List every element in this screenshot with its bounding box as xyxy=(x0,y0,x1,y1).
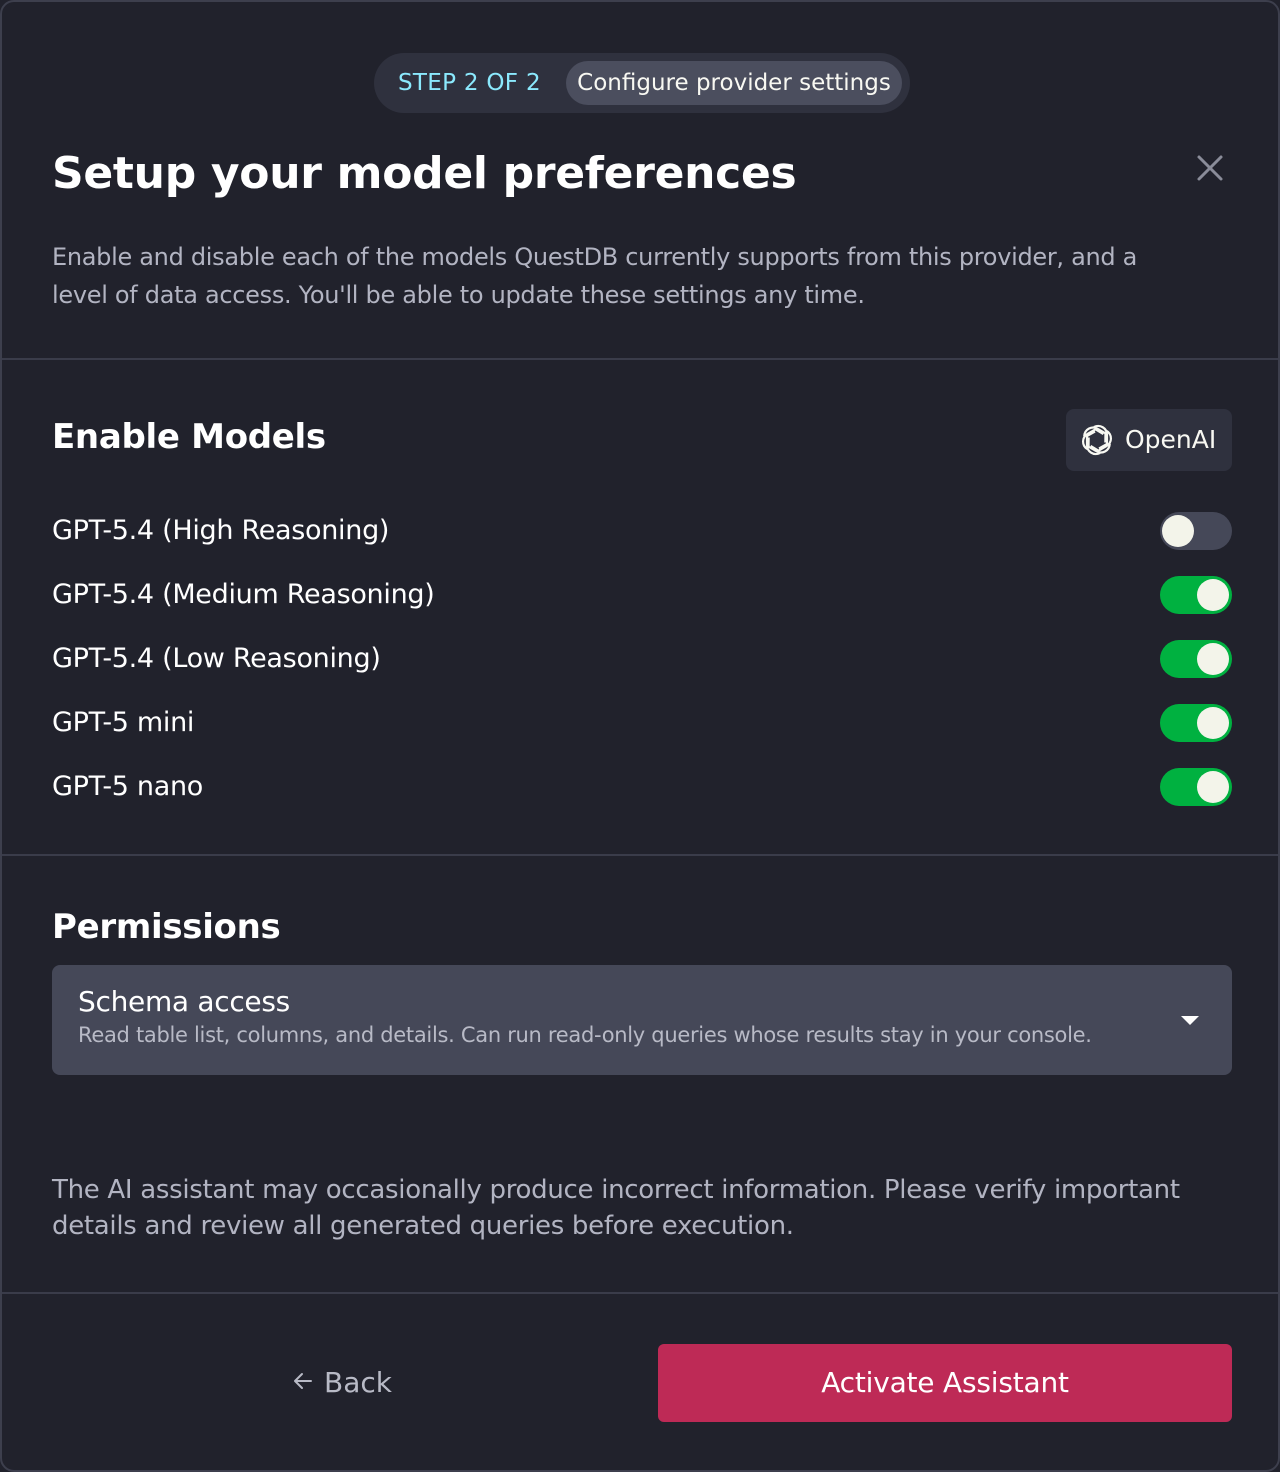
divider xyxy=(2,1292,1278,1294)
toggle-knob xyxy=(1197,579,1229,611)
disclaimer-text: The AI assistant may occasionally produc… xyxy=(52,1175,1180,1241)
model-row: GPT-5.4 (High Reasoning) xyxy=(52,511,1232,551)
step-chip: Configure provider settings xyxy=(566,61,902,105)
model-row: GPT-5 nano xyxy=(52,767,1232,807)
permission-selected-description: Read table list, columns, and details. C… xyxy=(78,1023,1092,1047)
permission-selected-title: Schema access xyxy=(78,985,290,1018)
toggle-knob xyxy=(1162,515,1194,547)
caret-down-icon xyxy=(1181,1016,1199,1025)
model-row: GPT-5 mini xyxy=(52,703,1232,743)
permissions-heading: Permissions xyxy=(52,907,281,947)
dialog-description: Enable and disable each of the models Qu… xyxy=(52,243,1138,309)
model-name: GPT-5.4 (Low Reasoning) xyxy=(52,643,381,674)
toggle-knob xyxy=(1197,707,1229,739)
toggle-knob xyxy=(1197,771,1229,803)
model-row: GPT-5.4 (Medium Reasoning) xyxy=(52,575,1232,615)
model-toggle[interactable] xyxy=(1160,640,1232,678)
dialog-title: Setup your model preferences xyxy=(52,148,797,199)
permission-select[interactable]: Schema access Read table list, columns, … xyxy=(52,965,1232,1075)
step-label: STEP 2 OF 2 xyxy=(398,70,541,96)
openai-logo-icon xyxy=(1081,424,1113,456)
enable-models-heading: Enable Models xyxy=(52,417,326,457)
model-name: GPT-5.4 (Medium Reasoning) xyxy=(52,579,435,610)
provider-name: OpenAI xyxy=(1125,425,1217,454)
model-toggle[interactable] xyxy=(1160,512,1232,550)
back-button[interactable]: Back xyxy=(52,1344,632,1422)
model-row: GPT-5.4 (Low Reasoning) xyxy=(52,639,1232,679)
toggle-knob xyxy=(1197,643,1229,675)
model-name: GPT-5 nano xyxy=(52,771,204,802)
provider-badge: OpenAI xyxy=(1066,409,1232,471)
model-toggle[interactable] xyxy=(1160,576,1232,614)
divider xyxy=(2,854,1278,856)
back-label: Back xyxy=(324,1366,392,1399)
model-toggle[interactable] xyxy=(1160,704,1232,742)
arrow-left-icon xyxy=(294,1373,312,1389)
model-name: GPT-5.4 (High Reasoning) xyxy=(52,515,390,546)
activate-assistant-button[interactable]: Activate Assistant xyxy=(658,1344,1232,1422)
divider xyxy=(2,358,1278,360)
model-toggle[interactable] xyxy=(1160,768,1232,806)
close-icon xyxy=(1197,155,1223,181)
setup-dialog: STEP 2 OF 2 Configure provider settings … xyxy=(0,0,1280,1472)
step-indicator: STEP 2 OF 2 Configure provider settings xyxy=(374,53,910,113)
close-button[interactable] xyxy=(1188,146,1232,190)
model-name: GPT-5 mini xyxy=(52,707,195,738)
